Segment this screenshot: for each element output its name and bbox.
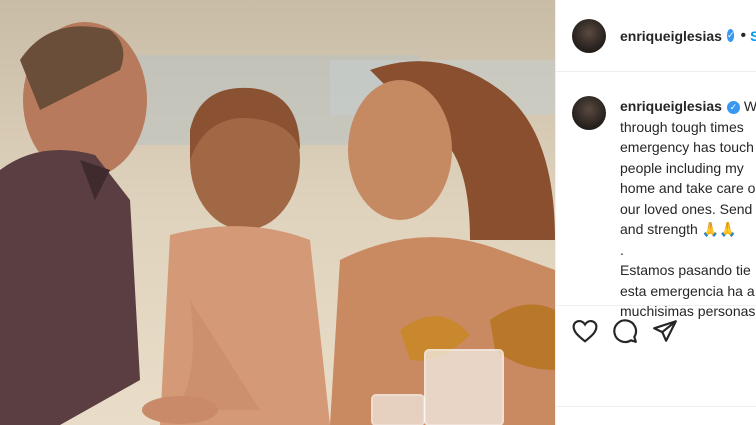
action-bar xyxy=(556,305,756,355)
avatar[interactable] xyxy=(572,18,606,53)
heart-icon[interactable] xyxy=(572,319,598,343)
share-icon[interactable] xyxy=(652,319,678,343)
caption-username-link[interactable]: enriqueiglesias xyxy=(620,98,722,114)
photo-illustration xyxy=(0,0,555,425)
separator-dot: • xyxy=(740,26,747,44)
verified-badge-icon: ✓ xyxy=(726,100,740,114)
divider xyxy=(556,406,756,407)
caption-text: W through tough times emergency has touc… xyxy=(620,98,756,319)
post-photo[interactable] xyxy=(0,0,555,425)
verified-badge-icon: ✓ xyxy=(726,29,735,42)
username-link[interactable]: enriqueiglesias xyxy=(620,28,722,44)
follow-button[interactable]: S xyxy=(750,28,756,44)
post-side-panel: enriqueiglesias ✓ • S enriqueiglesias ✓ W… xyxy=(555,0,756,425)
post-header: enriqueiglesias ✓ • S xyxy=(556,0,756,72)
comment-icon[interactable] xyxy=(612,318,638,344)
caption-avatar[interactable] xyxy=(572,96,606,130)
caption-block: enriqueiglesias ✓ W through tough times e… xyxy=(572,96,756,322)
caption-text-block: enriqueiglesias ✓ W through tough times e… xyxy=(620,96,756,322)
